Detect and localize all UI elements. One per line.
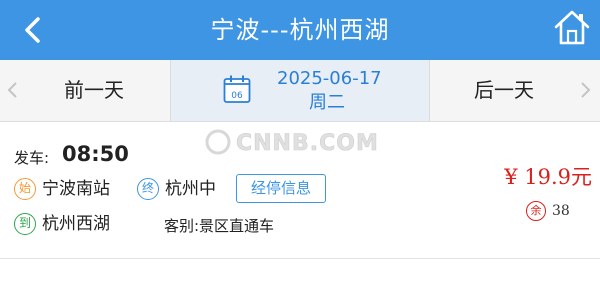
chevron-right-icon	[581, 82, 591, 98]
arrive-station: 杭州西湖	[42, 214, 110, 234]
watermark-text: CNNB.COM	[236, 131, 379, 156]
date-selector: 前一天 06 2025-06-17 周二 后一天	[0, 60, 600, 122]
prev-day-button[interactable]: 前一天	[0, 60, 170, 121]
next-day-button[interactable]: 后一天	[430, 60, 600, 121]
start-station-badge: 始	[14, 178, 36, 200]
title-bar: 宁波---杭州西湖	[0, 0, 600, 60]
end-station: 杭州中	[165, 179, 216, 199]
bus-type: 客别:景区直通车	[164, 217, 275, 235]
selected-weekday: 周二	[309, 92, 345, 113]
seats-remaining-badge: 余	[526, 201, 546, 221]
chevron-left-icon	[7, 82, 17, 98]
start-station: 宁波南站	[42, 179, 110, 199]
depart-label: 发车:	[14, 149, 50, 167]
home-icon	[554, 10, 590, 45]
calendar-icon: 06	[223, 75, 251, 103]
arrive-station-badge: 到	[14, 213, 36, 235]
selected-date: 2025-06-17	[277, 68, 382, 89]
next-day-label: 后一天	[474, 78, 534, 102]
seats-remaining-count: 38	[552, 203, 570, 219]
stops-info-button[interactable]: 经停信息	[236, 174, 326, 203]
date-picker[interactable]: 06 2025-06-17 周二	[170, 60, 430, 121]
prev-day-label: 前一天	[64, 78, 124, 102]
calendar-day-number: 06	[231, 91, 243, 101]
watermark-logo: CNNB.COM	[205, 129, 379, 156]
page-title: 宁波---杭州西湖	[210, 16, 390, 44]
home-button[interactable]	[552, 6, 592, 48]
ticket-price: ¥ 19.9元	[504, 165, 592, 189]
depart-time: 08:50	[62, 142, 129, 166]
end-station-badge: 终	[137, 178, 159, 200]
